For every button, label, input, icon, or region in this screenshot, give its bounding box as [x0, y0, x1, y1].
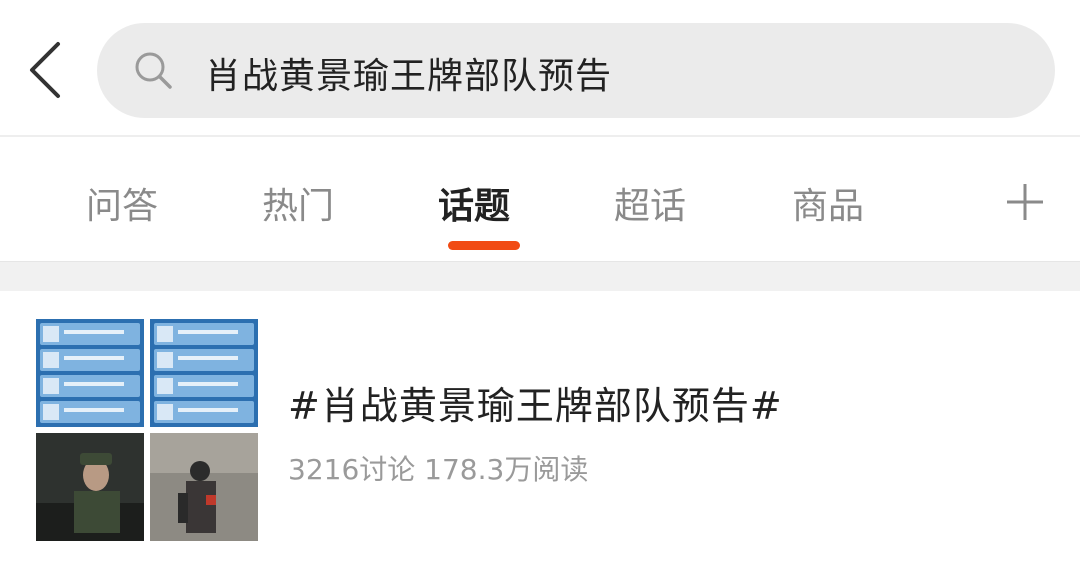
top-bar: 肖战黄景瑜王牌部队预告 — [0, 0, 1080, 135]
tab-super-topic[interactable]: 超话 — [614, 177, 686, 229]
active-tab-indicator — [448, 241, 520, 250]
topic-stats: 3216讨论 178.3万阅读 — [288, 453, 589, 486]
topic-title: #肖战黄景瑜王牌部队预告# — [288, 384, 783, 428]
thumbnail-screenshot — [150, 319, 258, 427]
topic-result-item[interactable]: #肖战黄景瑜王牌部队预告# 3216讨论 178.3万阅读 — [0, 291, 1080, 572]
thumbnail-screenshot — [36, 319, 144, 427]
section-separator — [0, 261, 1080, 292]
tab-hot[interactable]: 热门 — [262, 177, 334, 229]
plus-icon[interactable] — [1005, 182, 1045, 222]
topic-thumbnail — [36, 319, 258, 541]
tab-qa[interactable]: 问答 — [86, 177, 158, 229]
search-input[interactable]: 肖战黄景瑜王牌部队预告 — [97, 23, 1055, 118]
chevron-left-icon[interactable] — [26, 40, 66, 100]
thumbnail-photo — [150, 433, 258, 541]
tab-bar: 问答 热门 话题 超话 商品 — [0, 137, 1080, 261]
thumbnail-photo — [36, 433, 144, 541]
search-query: 肖战黄景瑜王牌部队预告 — [205, 56, 613, 97]
search-icon — [135, 52, 172, 89]
tab-products[interactable]: 商品 — [792, 177, 864, 229]
tab-topic[interactable]: 话题 — [438, 177, 510, 229]
